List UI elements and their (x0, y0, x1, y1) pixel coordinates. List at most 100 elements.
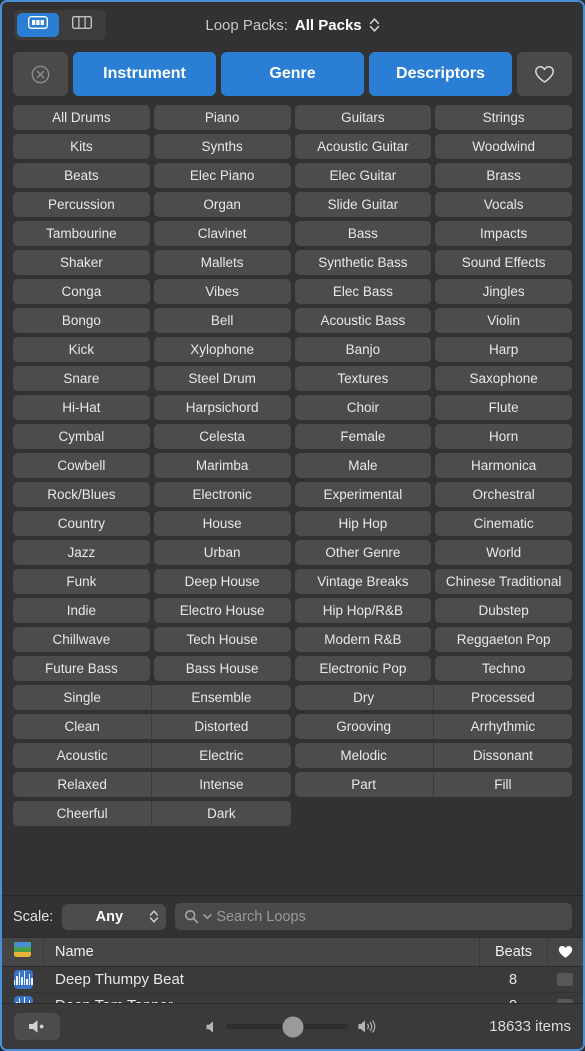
keyword-button[interactable]: Synths (153, 134, 291, 159)
keyword-button[interactable]: Urban (153, 540, 291, 565)
keyword-button[interactable]: Vibes (153, 279, 291, 304)
keyword-button[interactable]: Beats (13, 163, 150, 188)
keyword-button[interactable]: Hi-Hat (13, 395, 150, 420)
keyword-button[interactable]: Other Genre (294, 540, 432, 565)
keyword-button[interactable]: Bongo (13, 308, 150, 333)
keyword-button[interactable]: All Drums (13, 105, 150, 130)
keyword-button[interactable]: Sound Effects (435, 250, 572, 275)
keyword-button[interactable]: Banjo (294, 337, 432, 362)
clear-filters-button[interactable] (13, 52, 68, 96)
keyword-button[interactable]: Dubstep (435, 598, 572, 623)
row-favorite-cell[interactable] (547, 973, 583, 986)
table-header-name[interactable]: Name (44, 938, 479, 966)
keyword-button[interactable]: Dark (151, 801, 290, 826)
keyword-button[interactable]: Guitars (294, 105, 432, 130)
table-header-favorite[interactable] (547, 938, 583, 966)
category-button-descriptors[interactable]: Descriptors (369, 52, 512, 96)
keyword-button[interactable]: Country (13, 511, 150, 536)
category-button-instrument[interactable]: Instrument (73, 52, 216, 96)
keyword-button[interactable]: Reggaeton Pop (435, 627, 572, 652)
keyword-button[interactable]: Kits (13, 134, 150, 159)
keyword-button[interactable]: Dissonant (432, 743, 572, 768)
keyword-button[interactable]: Hip Hop/R&B (294, 598, 432, 623)
keyword-button[interactable]: Techno (435, 656, 572, 681)
keyword-button[interactable]: Kick (13, 337, 150, 362)
keyword-button[interactable]: Experimental (294, 482, 432, 507)
keyword-button[interactable]: Cymbal (13, 424, 150, 449)
keyword-button[interactable]: Harp (435, 337, 572, 362)
keyword-button[interactable]: Saxophone (435, 366, 572, 391)
keyword-button[interactable]: Shaker (13, 250, 150, 275)
keyword-button[interactable]: Deep House (153, 569, 291, 594)
keyword-button[interactable]: Horn (435, 424, 572, 449)
table-header-beats[interactable]: Beats (479, 938, 547, 966)
keyword-button[interactable]: Bass House (153, 656, 291, 681)
keyword-button[interactable]: Jazz (13, 540, 150, 565)
keyword-button[interactable]: Marimba (153, 453, 291, 478)
keyword-button[interactable]: Hip Hop (294, 511, 432, 536)
preview-mute-button[interactable] (14, 1013, 60, 1040)
keyword-button[interactable]: Acoustic Guitar (294, 134, 432, 159)
scale-select[interactable]: Any (62, 903, 167, 930)
keyword-button[interactable]: Arrhythmic (432, 714, 572, 739)
keyword-button[interactable]: Chinese Traditional (435, 569, 572, 594)
keyword-button[interactable]: Flute (435, 395, 572, 420)
keyword-button[interactable]: Violin (435, 308, 572, 333)
keyword-button[interactable]: Organ (153, 192, 291, 217)
search-loops-field[interactable]: Search Loops (175, 903, 572, 930)
keyword-button[interactable]: Jingles (435, 279, 572, 304)
keyword-button[interactable]: Melodic (295, 743, 433, 768)
keyword-button[interactable]: Chillwave (13, 627, 150, 652)
keyword-button[interactable]: Acoustic Bass (294, 308, 432, 333)
keyword-button[interactable]: Elec Bass (294, 279, 432, 304)
keyword-button[interactable]: Brass (435, 163, 572, 188)
keyword-button[interactable]: Electronic Pop (294, 656, 432, 681)
keyword-button[interactable]: Future Bass (13, 656, 150, 681)
keyword-button[interactable]: Strings (435, 105, 572, 130)
keyword-button[interactable]: Grooving (295, 714, 433, 739)
keyword-button[interactable]: World (435, 540, 572, 565)
keyword-button[interactable]: Intense (151, 772, 290, 797)
keyword-button[interactable]: Male (294, 453, 432, 478)
keyword-button[interactable]: Textures (294, 366, 432, 391)
keyword-button[interactable]: Acoustic (13, 743, 151, 768)
keyword-button[interactable]: Cowbell (13, 453, 150, 478)
keyword-button[interactable]: Piano (153, 105, 291, 130)
keyword-button[interactable]: House (153, 511, 291, 536)
category-button-genre[interactable]: Genre (221, 52, 364, 96)
keyword-button[interactable]: Part (295, 772, 433, 797)
keyword-button[interactable]: Rock/Blues (13, 482, 150, 507)
search-input[interactable]: Search Loops (216, 909, 305, 925)
keyword-button[interactable]: Choir (294, 395, 432, 420)
keyword-button[interactable]: Single (13, 685, 151, 710)
keyword-button[interactable]: Elec Piano (153, 163, 291, 188)
keyword-button[interactable]: Modern R&B (294, 627, 432, 652)
keyword-button[interactable]: Relaxed (13, 772, 151, 797)
keyword-button[interactable]: Mallets (153, 250, 291, 275)
keyword-button[interactable]: Harpsichord (153, 395, 291, 420)
keyword-button[interactable]: Distorted (151, 714, 290, 739)
keyword-button[interactable]: Celesta (153, 424, 291, 449)
keyword-button[interactable]: Electronic (153, 482, 291, 507)
keyword-button[interactable]: Woodwind (435, 134, 572, 159)
keyword-button[interactable]: Tambourine (13, 221, 150, 246)
volume-slider[interactable] (226, 1016, 348, 1037)
keyword-button[interactable]: Xylophone (153, 337, 291, 362)
keyword-button[interactable]: Synthetic Bass (294, 250, 432, 275)
keyword-button[interactable]: Female (294, 424, 432, 449)
table-row[interactable]: Deep Tom Tapper8 (2, 993, 583, 1003)
keyword-button[interactable]: Cinematic (435, 511, 572, 536)
keyword-button[interactable]: Funk (13, 569, 150, 594)
favorites-filter-button[interactable] (517, 52, 572, 96)
keyword-button[interactable]: Cheerful (13, 801, 151, 826)
keyword-button[interactable]: Dry (295, 685, 433, 710)
keyword-button[interactable]: Harmonica (435, 453, 572, 478)
column-view-button[interactable] (61, 13, 103, 37)
favorite-checkbox[interactable] (557, 973, 573, 986)
keyword-button[interactable]: Conga (13, 279, 150, 304)
keyword-button[interactable]: Steel Drum (153, 366, 291, 391)
keyword-button[interactable]: Percussion (13, 192, 150, 217)
grid-view-button[interactable] (17, 13, 59, 37)
keyword-button[interactable]: Electric (151, 743, 290, 768)
keyword-button[interactable]: Snare (13, 366, 150, 391)
